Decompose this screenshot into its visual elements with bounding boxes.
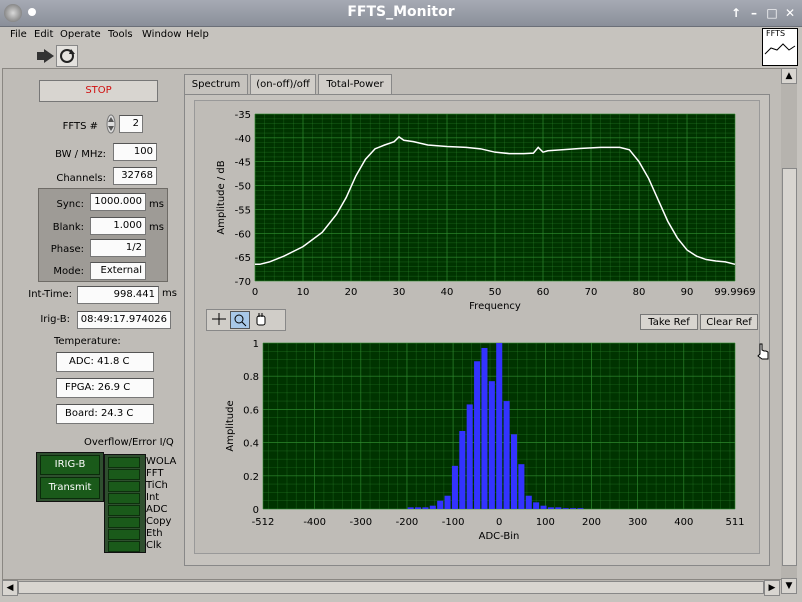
spectrum-ytick-label: -45 [235,158,251,169]
pan-hand-icon[interactable] [252,311,270,327]
spectrum-xtick-label: 99.9969 [714,287,755,298]
adc-bar [429,505,436,509]
spectrum-xtick-label: 30 [393,287,406,298]
spectrum-plot[interactable]: -35-40-45-50-55-60-65-700 10 20 30 40 50 60 70 8… [0,0,802,602]
adc-xtick-label: 100 [536,517,555,528]
spectrum-xtick-label: 10 [297,287,310,298]
adc-bar [474,361,481,509]
adc-xtick-label: 0 [496,517,502,528]
spectrum-ytick-label: -65 [235,253,251,264]
adc-bar [414,507,422,509]
spectrum-xtick-label: 70 [585,287,598,298]
adc-bar [488,381,495,509]
spectrum-ytick-label: -55 [235,205,251,216]
adc-ytick-label: 1 [253,339,259,350]
horizontal-scrollbar[interactable]: ◀ ▶ [2,580,780,596]
adc-xlabel: ADC-Bin [479,531,520,542]
cursor-move-icon[interactable] [210,311,228,327]
adc-xtick-label: -300 [349,517,372,528]
adc-xtick-label: 400 [674,517,693,528]
adc-xtick-label: -100 [442,517,465,528]
adc-xtick-label: 200 [582,517,601,528]
adc-bar [525,495,532,509]
take-ref-button[interactable]: Take Ref [640,314,698,330]
adc-xtick-label: -512 [252,517,275,528]
adc-bar [496,343,503,509]
adc-ytick-label: 0 [253,505,259,516]
adc-bar [451,465,458,509]
adc-bar [437,500,444,509]
spectrum-xtick-label: 0 [252,287,258,298]
adc-ytick-label: 0.2 [243,472,259,483]
scroll-up-icon[interactable]: ▲ [781,68,797,84]
adc-bar [459,430,466,509]
adc-ylabel: Amplitude [225,400,236,451]
adc-bar [422,507,429,509]
adc-bar [510,434,518,509]
adc-ytick-label: 0.4 [243,439,259,450]
vertical-scrollbar[interactable]: ▲ ▼ [781,68,797,594]
spectrum-xtick-label: 20 [345,287,358,298]
adc-bar [555,507,562,509]
adc-bar [518,464,525,509]
spectrum-ytick-label: -35 [235,110,251,121]
spectrum-xlabel: Frequency [469,301,521,312]
adc-bar [407,507,414,509]
adc-bar [547,507,554,509]
adc-bar [540,505,547,509]
adc-xtick-label: 511 [725,517,744,528]
spectrum-xtick-label: 90 [681,287,694,298]
adc-ytick-label: 0.8 [243,372,259,383]
vertical-scroll-thumb[interactable] [782,168,797,566]
mouse-cursor-icon [756,342,770,360]
adc-bar [466,404,473,509]
adc-bar [562,508,569,509]
spectrum-xtick-label: 50 [489,287,502,298]
adc-bar [481,347,488,509]
adc-bar [570,508,577,509]
adc-bar [503,401,510,509]
spectrum-ytick-label: -50 [235,182,251,193]
adc-xtick-label: 300 [628,517,647,528]
zoom-icon[interactable] [230,311,250,329]
scroll-left-icon[interactable]: ◀ [2,580,18,596]
spectrum-xtick-label: 40 [441,287,454,298]
spectrum-xtick-label: 60 [537,287,550,298]
adc-xtick-label: -200 [396,517,419,528]
clear-ref-button[interactable]: Clear Ref [700,314,758,330]
spectrum-ytick-label: -40 [235,134,251,145]
adc-bar [533,502,540,509]
adc-bar [444,495,451,509]
spectrum-ylabel: Amplitude / dB [216,160,227,234]
spectrum-ytick-label: -70 [235,277,251,288]
spectrum-xtick-label: 80 [633,287,646,298]
adc-ytick-label: 0.6 [243,405,259,416]
horizontal-scroll-thumb[interactable] [18,581,764,594]
adc-bar [577,508,584,509]
adc-xtick-label: -400 [303,517,326,528]
scroll-right-icon[interactable]: ▶ [764,580,780,596]
scroll-down-icon[interactable]: ▼ [781,578,797,594]
spectrum-ytick-label: -60 [235,229,251,240]
